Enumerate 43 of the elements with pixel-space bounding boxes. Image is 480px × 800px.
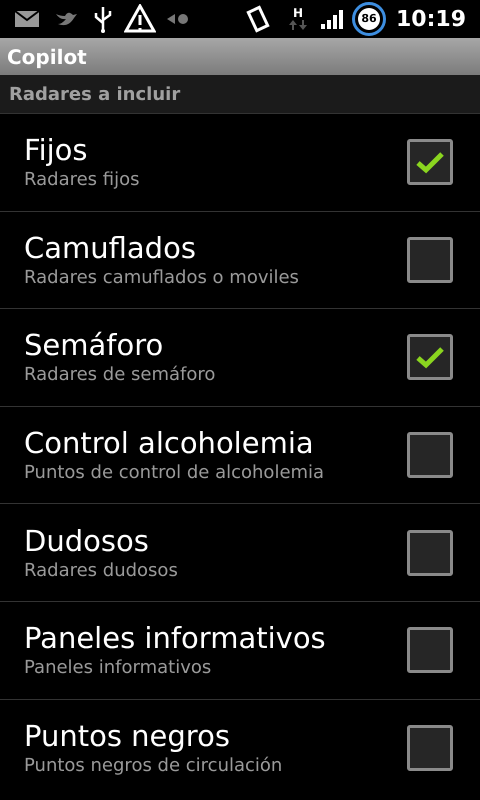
vibrate-icon (244, 4, 272, 34)
preference-row[interactable]: Dudosos Radares dudosos (0, 503, 480, 601)
checkbox[interactable] (407, 236, 453, 283)
preference-summary: Radares dudosos (24, 558, 179, 583)
preference-title: Puntos negros (24, 718, 231, 754)
preference-summary: Radares fijos (24, 168, 141, 192)
network-type: H (292, 7, 303, 19)
arrow-dot-icon (166, 12, 190, 26)
preference-summary: Puntos de control de alcoholemia (24, 461, 326, 486)
preference-summary: Paneles informativos (24, 656, 212, 680)
battery-indicator: 86 (352, 2, 386, 36)
clock: 10:19 (396, 6, 466, 34)
check-icon (415, 150, 445, 174)
signal-icon (320, 8, 346, 30)
bird-icon (54, 10, 78, 28)
preference-title: Paneles informativos (24, 620, 327, 656)
preference-title: Semáforo (24, 327, 164, 364)
checkbox[interactable] (407, 627, 453, 674)
preference-summary: Puntos negros de circulación (24, 754, 284, 778)
app-title: Copilot (7, 44, 87, 70)
checkbox[interactable] (407, 432, 453, 478)
preference-row[interactable]: Camuflados Radares camuflados o moviles (0, 210, 480, 308)
checkbox[interactable] (407, 724, 453, 771)
preference-row[interactable]: Fijos Radares fijos (0, 113, 480, 211)
preference-row[interactable]: Paneles informativos Paneles informativos (0, 600, 480, 699)
preference-title: Fijos (24, 132, 89, 168)
checkbox[interactable] (407, 530, 453, 576)
preference-title: Camuflados (24, 230, 197, 266)
preference-summary: Radares de semáforo (24, 363, 216, 388)
preference-summary: Radares camuflados o moviles (24, 266, 300, 290)
checkbox[interactable] (407, 139, 453, 186)
preference-title: Dudosos (24, 522, 150, 559)
usb-icon (92, 5, 114, 33)
preference-title: Control alcoholemia (24, 425, 315, 462)
section-title: Radares a incluir (9, 82, 180, 106)
mail-icon (14, 10, 40, 28)
data-arrows-icon (288, 19, 308, 31)
preference-row[interactable]: Puntos negros Puntos negros de circulación (0, 698, 480, 796)
check-icon (415, 345, 445, 370)
preference-row[interactable]: Control alcoholemia Puntos de control de alcoholemia (0, 406, 480, 504)
preference-row[interactable]: Semáforo Radares de semáforo (0, 308, 480, 406)
checkbox[interactable] (407, 334, 453, 380)
warning-icon (124, 4, 156, 34)
